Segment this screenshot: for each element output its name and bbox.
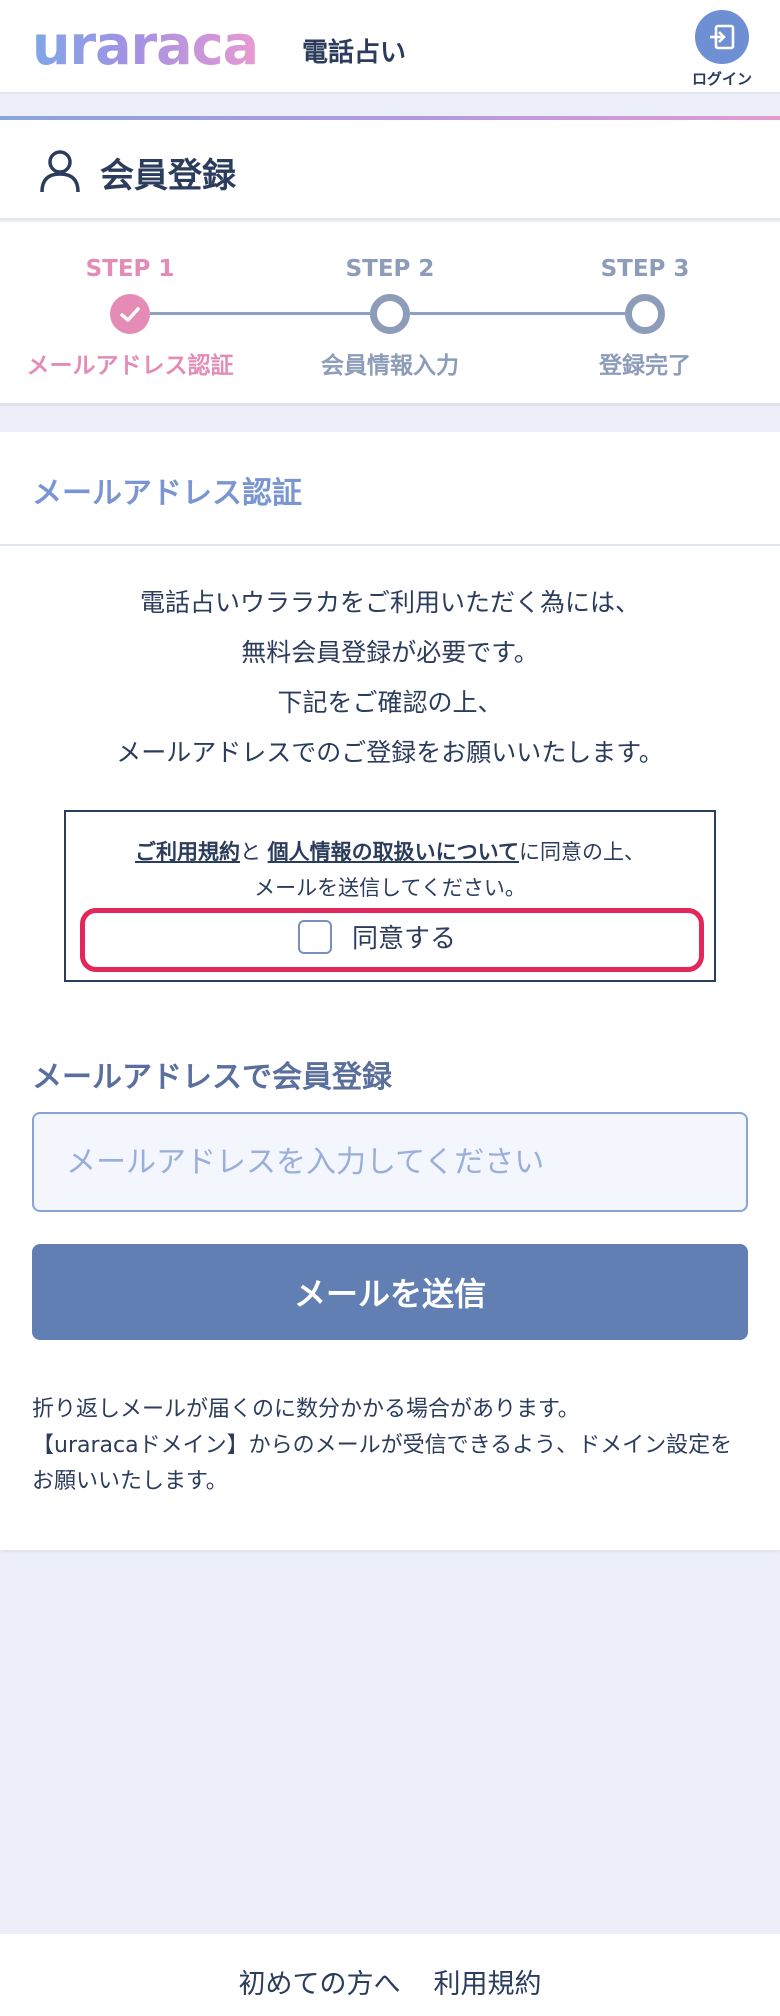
- step-name: メールアドレス認証: [26, 353, 234, 379]
- footer-link-beginners[interactable]: 初めての方へ: [238, 1962, 400, 2001]
- step-circle-icon: [625, 294, 665, 334]
- intro-line: 電話占いウララカをご利用いただく為には、: [139, 588, 640, 617]
- note-line: 折り返しメールが届くのに数分かかる場合があります。: [32, 1397, 580, 1422]
- note-text: 折り返しメールが届くのに数分かかる場合があります。 【uraracaドメイン】か…: [32, 1392, 752, 1500]
- footer-link-terms[interactable]: 利用規約: [434, 1962, 542, 2001]
- login-icon[interactable]: [695, 10, 749, 64]
- login-label[interactable]: ログイン: [690, 68, 754, 89]
- logo-subtitle: 電話占い: [302, 38, 407, 68]
- agreement-suffix: に同意の上、: [519, 840, 646, 864]
- logo[interactable]: uraraca: [32, 14, 259, 78]
- check-icon: [110, 294, 150, 334]
- page-title: 会員登録: [100, 156, 236, 196]
- header: uraraca 電話占い ログイン: [0, 0, 780, 94]
- step-title: STEP 2: [345, 256, 435, 282]
- note-line: 【uraracaドメイン】からのメールが受信できるよう、ドメイン設定をお願いいた…: [32, 1433, 733, 1494]
- email-input[interactable]: [32, 1112, 748, 1212]
- login-button[interactable]: ログイン: [690, 10, 766, 90]
- agreement-text: ご利用規約と 個人情報の取扱いについてに同意の上、 メールを送信してください。: [66, 834, 714, 906]
- step-connector: [150, 312, 370, 315]
- intro-line: 下記をご確認の上、: [277, 688, 503, 717]
- step-connector: [410, 312, 630, 315]
- agreement-and: と: [239, 840, 261, 864]
- registration-card: メールアドレス認証 電話占いウララカをご利用いただく為には、 無料会員登録が必要…: [0, 432, 780, 1550]
- intro-line: 無料会員登録が必要です。: [241, 638, 539, 667]
- agree-checkbox-label[interactable]: 同意する: [352, 918, 456, 955]
- section-heading: メールアドレス認証: [32, 476, 302, 511]
- intro-line: メールアドレスでのご登録をお願いいたします。: [116, 738, 664, 767]
- agree-checkbox[interactable]: [298, 920, 332, 954]
- email-heading: メールアドレスで会員登録: [32, 1060, 392, 1095]
- step-indicator: STEP 1 メールアドレス認証 STEP 2 会員情報入力 STEP 3 登録…: [0, 222, 780, 406]
- step-name: 登録完了: [599, 353, 691, 379]
- user-icon: [40, 150, 80, 193]
- step-title: STEP 3: [600, 256, 690, 282]
- terms-link[interactable]: ご利用規約: [135, 840, 240, 864]
- step-title: STEP 1: [85, 256, 175, 282]
- agreement-line2: メールを送信してください。: [254, 876, 526, 900]
- page-title-box: 会員登録: [0, 120, 780, 220]
- intro-text: 電話占いウララカをご利用いただく為には、 無料会員登録が必要です。 下記をご確認…: [0, 578, 780, 778]
- send-mail-button[interactable]: メールを送信: [32, 1244, 748, 1340]
- privacy-link[interactable]: 個人情報の取扱いについて: [268, 840, 519, 864]
- step-circle-icon: [370, 294, 410, 334]
- step-name: 会員情報入力: [321, 353, 459, 379]
- section-header: メールアドレス認証: [0, 432, 780, 546]
- agreement-box: ご利用規約と 個人情報の取扱いについてに同意の上、 メールを送信してください。 …: [64, 810, 716, 982]
- footer: 初めての方へ 利用規約: [0, 1934, 780, 2016]
